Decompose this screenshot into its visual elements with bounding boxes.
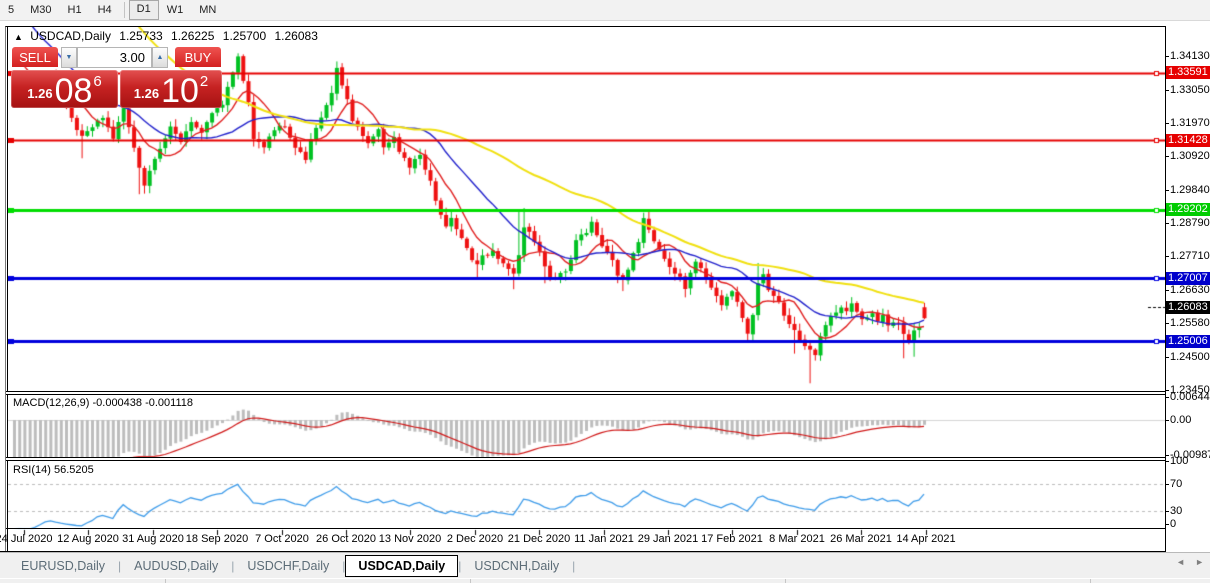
- tab-usdcnh[interactable]: USDCNH,Daily: [461, 556, 572, 576]
- collapse-arrow-icon[interactable]: ▲: [14, 32, 23, 42]
- buy-price-tile[interactable]: 1.26 10 2: [120, 70, 222, 108]
- macd-label: MACD(12,26,9) -0.000438 -0.001118: [13, 397, 193, 409]
- status-separator: [785, 579, 786, 583]
- status-separator: [1090, 579, 1091, 583]
- tab-scroll-left-icon[interactable]: ◄: [1176, 557, 1185, 567]
- tab-scroll-right-icon[interactable]: ►: [1195, 557, 1204, 567]
- chart-symbol-label: USDCAD,Daily: [30, 29, 111, 43]
- date-label: 21 Dec 2020: [508, 533, 570, 545]
- axis-label: 1.27710: [1170, 250, 1210, 262]
- symbol-tabbar: EURUSD,Daily|AUDUSD,Daily|USDCHF,Daily|U…: [0, 552, 1210, 579]
- price-axis: 1.34130 1.33050 1.31970 1.30920 1.29840 1.287…: [1166, 26, 1210, 552]
- axis-label: 70: [1170, 478, 1182, 490]
- tab-usdcad[interactable]: USDCAD,Daily: [345, 555, 458, 577]
- date-label: 31 Aug 2020: [122, 533, 184, 545]
- timeframe-toolbar: 5M30H1H4 D1W1MN: [0, 0, 1210, 21]
- tab-audusd[interactable]: AUDUSD,Daily: [121, 556, 231, 576]
- status-separator: [470, 579, 471, 583]
- buy-price-sup: 2: [200, 73, 208, 90]
- ohlc-close: 1.26083: [275, 29, 318, 43]
- axis-label: 0.006444: [1170, 391, 1210, 403]
- rsi-value: 56.5205: [54, 464, 94, 476]
- axis-label: 1.33050: [1170, 84, 1210, 96]
- sell-button[interactable]: SELL: [12, 47, 58, 67]
- macd-signal-value: -0.001118: [145, 397, 193, 409]
- axis-label: 1.31970: [1170, 117, 1210, 129]
- ohlc-high: 1.26225: [171, 29, 214, 43]
- tab-eurusd[interactable]: EURUSD,Daily: [8, 556, 118, 576]
- timeframe-H1[interactable]: H1: [60, 1, 90, 19]
- date-label: 18 Sep 2020: [186, 533, 248, 545]
- axis-label: 1.34130: [1170, 50, 1210, 62]
- timeframe-H4[interactable]: H4: [90, 1, 120, 19]
- axis-label: 1.28790: [1170, 217, 1210, 229]
- timeframe-M30[interactable]: M30: [22, 1, 59, 19]
- date-label: 7 Oct 2020: [255, 533, 309, 545]
- separator-main-macd[interactable]: [6, 391, 1210, 395]
- timeframe-W1[interactable]: W1: [159, 1, 192, 19]
- separator-rsi-dates: [6, 528, 1210, 529]
- axis-label: 1.29840: [1170, 184, 1210, 196]
- date-label: 12 Aug 2020: [57, 533, 119, 545]
- volume-stepper-up[interactable]: ▲: [152, 47, 168, 68]
- chevron-up-icon: ▲: [157, 54, 164, 61]
- price-badge: 1.29202: [1166, 203, 1210, 216]
- date-label: 8 Mar 2021: [769, 533, 825, 545]
- ohlc-open: 1.25733: [119, 29, 162, 43]
- buy-button[interactable]: BUY: [175, 47, 221, 67]
- date-label: 11 Jan 2021: [574, 533, 634, 545]
- price-badge: 1.27007: [1166, 272, 1210, 285]
- axis-label: 0: [1170, 518, 1176, 530]
- date-label: 13 Nov 2020: [379, 533, 441, 545]
- axis-label: 1.26630: [1170, 284, 1210, 296]
- macd-value: -0.000438: [92, 397, 142, 409]
- rsi-label: RSI(14) 56.5205: [13, 464, 94, 476]
- date-label: 17 Feb 2021: [701, 533, 763, 545]
- status-separator: [165, 579, 166, 583]
- price-badge: 1.26083: [1166, 301, 1210, 314]
- separator-macd-rsi[interactable]: [6, 457, 1210, 461]
- volume-stepper-down[interactable]: ▼: [61, 47, 77, 68]
- chevron-down-icon: ▼: [66, 54, 73, 61]
- axis-label: 1.24500: [1170, 351, 1210, 363]
- tab-usdchf[interactable]: USDCHF,Daily: [234, 556, 342, 576]
- status-bar: [0, 578, 1210, 583]
- axis-label: 30: [1170, 505, 1182, 517]
- axis-label: 1.30920: [1170, 150, 1210, 162]
- timeframe-MN[interactable]: MN: [191, 1, 224, 19]
- axis-label: 1.25580: [1170, 317, 1210, 329]
- axis-label: 100: [1170, 455, 1188, 467]
- axis-label: 0.00: [1170, 414, 1191, 426]
- ohlc-low: 1.25700: [223, 29, 266, 43]
- sell-price-big: 08: [55, 76, 93, 106]
- volume-input[interactable]: [77, 47, 152, 68]
- trading-terminal: 5M30H1H4 D1W1MN ▲ USDCAD,Daily 1.25733 1.…: [0, 0, 1210, 583]
- date-label: 24 Jul 2020: [0, 533, 52, 545]
- buy-price-big: 10: [161, 76, 199, 106]
- tab-scroll-arrows: ◄ ►: [1176, 557, 1204, 567]
- timeframe-D1[interactable]: D1: [129, 0, 159, 20]
- chart-title: ▲ USDCAD,Daily 1.25733 1.26225 1.25700 1…: [14, 29, 318, 43]
- date-label: 26 Oct 2020: [316, 533, 376, 545]
- buy-price-prefix: 1.26: [134, 86, 159, 101]
- price-badge: 1.25006: [1166, 335, 1210, 348]
- sell-price-tile[interactable]: 1.26 08 6: [11, 70, 118, 108]
- date-label: 2 Dec 2020: [447, 533, 503, 545]
- price-badge: 1.31428: [1166, 134, 1210, 147]
- timeframe-5[interactable]: 5: [0, 1, 22, 19]
- date-label: 29 Jan 2021: [638, 533, 699, 545]
- date-label: 14 Apr 2021: [896, 533, 955, 545]
- sell-price-sup: 6: [93, 73, 101, 90]
- sell-price-prefix: 1.26: [27, 86, 52, 101]
- price-badge: 1.33591: [1166, 66, 1210, 79]
- date-label: 26 Mar 2021: [830, 533, 892, 545]
- tab-separator: |: [572, 559, 575, 573]
- toolbar-separator: [124, 2, 125, 18]
